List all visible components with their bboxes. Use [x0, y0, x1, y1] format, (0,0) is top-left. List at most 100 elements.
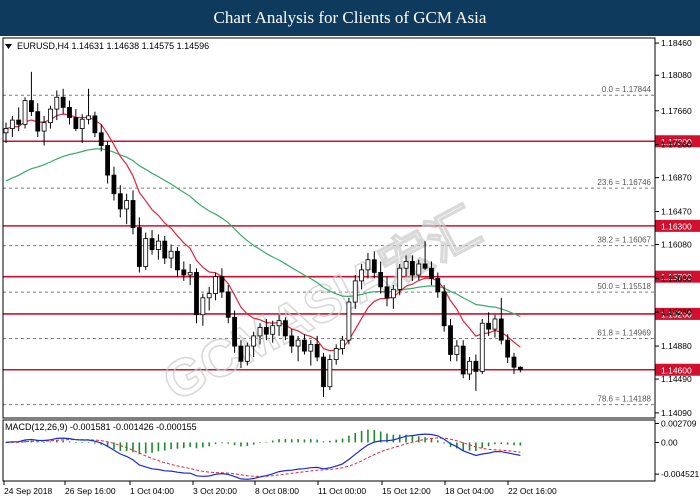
candle-up: [416, 263, 422, 276]
candle-down: [219, 276, 225, 293]
candle-up: [155, 240, 161, 250]
candle-down: [441, 291, 447, 327]
macd-histogram-bar: [494, 442, 496, 445]
y-tick-label: 1.14880: [661, 341, 692, 351]
candle-up: [403, 261, 409, 269]
x-tick-label: 11 Oct 00:00: [318, 486, 366, 496]
candle-down: [194, 272, 199, 316]
y-tick-label: 1.15280: [661, 307, 692, 317]
x-tick-label: 26 Sep 16:00: [65, 486, 116, 496]
candle-up: [251, 335, 257, 347]
macd-y-tick-label: -0.004521: [661, 469, 700, 479]
y-tick-label: 1.18460: [661, 38, 692, 48]
candle-up: [479, 322, 485, 372]
candle-up: [79, 118, 85, 129]
candle-up: [276, 320, 282, 327]
candle-down: [371, 259, 377, 273]
macd-histogram-bar: [240, 442, 242, 447]
candle-up: [365, 259, 371, 271]
candle-up: [168, 250, 174, 259]
candle-up: [397, 267, 403, 290]
macd-y-tick-label: 0.00: [661, 437, 678, 447]
macd-histogram-bar: [462, 442, 464, 451]
macd-histogram-bar: [119, 442, 122, 451]
y-tick-label: 1.17660: [661, 106, 692, 116]
macd-histogram-bar: [189, 442, 191, 448]
x-tick-label: 15 Oct 12:00: [382, 486, 431, 496]
candle-up: [187, 272, 193, 276]
candle-up: [492, 318, 498, 330]
macd-histogram-bar: [176, 442, 179, 449]
macd-histogram-bar: [506, 442, 509, 445]
candle-down: [263, 327, 269, 335]
macd-histogram-bar: [392, 434, 395, 443]
macd-histogram-bar: [367, 429, 369, 443]
candle-up: [333, 348, 339, 361]
macd-histogram-bar: [316, 439, 318, 443]
candle-down: [98, 132, 104, 146]
macd-histogram-bar: [68, 441, 71, 443]
candle-up: [352, 280, 358, 303]
y-tick-label: 1.16470: [661, 206, 692, 216]
macd-histogram-bar: [75, 442, 77, 444]
macd-histogram-bar: [329, 440, 331, 443]
macd-histogram-bar: [322, 441, 325, 443]
y-tick-label: 1.16080: [661, 240, 692, 250]
x-tick-label: 18 Oct 04:00: [445, 486, 494, 496]
price-chart: 0.0 = 1.17844 23.6 = 1.16746 38.2 = 1.1606…: [0, 36, 700, 500]
macd-histogram-bar: [56, 440, 58, 443]
macd-histogram-bar: [303, 439, 306, 443]
candle-down: [460, 345, 466, 375]
candle-down: [384, 286, 390, 299]
candle-up: [124, 200, 130, 210]
macd-histogram-bar: [335, 439, 337, 443]
candle-down: [486, 322, 492, 330]
candle-down: [302, 339, 307, 352]
macd-histogram-bar: [284, 438, 287, 443]
macd-histogram-bar: [43, 441, 45, 443]
y-tick-label: 1.14090: [661, 408, 692, 418]
candle-down: [321, 356, 326, 388]
candle-down: [181, 269, 187, 276]
level-tag-label: 1.16300: [661, 221, 692, 231]
macd-histogram-bar: [354, 432, 357, 443]
candle-up: [86, 115, 91, 120]
macd-histogram-bar: [214, 442, 217, 445]
y-tick-label: 1.14490: [661, 374, 692, 384]
macd-histogram-bar: [94, 442, 96, 444]
candle-up: [206, 293, 212, 299]
candle-down: [505, 339, 511, 358]
macd-histogram-bar: [151, 442, 153, 453]
candle-down: [232, 316, 238, 347]
candle-down: [16, 119, 22, 125]
candle-up: [54, 96, 60, 110]
y-tick-label: 1.16870: [661, 173, 692, 183]
candle-up: [48, 108, 53, 124]
macd-histogram-bar: [202, 442, 204, 448]
candle-down: [314, 343, 320, 358]
fibonacci-label: 50.0 = 1.15518: [597, 282, 651, 291]
candle-down: [289, 335, 295, 347]
candle-down: [92, 115, 98, 134]
candle-down: [225, 291, 231, 318]
fibonacci-label: 23.6 = 1.16746: [597, 178, 651, 187]
macd-histogram-bar: [87, 442, 90, 444]
macd-histogram-bar: [310, 439, 312, 443]
macd-histogram-bar: [170, 442, 172, 450]
candle-up: [9, 119, 15, 129]
candle-up: [143, 238, 149, 267]
candle-down: [28, 100, 34, 113]
macd-histogram-bar: [252, 442, 255, 445]
macd-histogram-bar: [437, 440, 439, 443]
macd-histogram-bar: [157, 442, 160, 452]
macd-histogram-bar: [443, 442, 445, 444]
candle-down: [429, 267, 434, 279]
candle-up: [200, 297, 206, 316]
candle-up: [467, 360, 472, 375]
macd-histogram-bar: [81, 442, 83, 444]
candle-down: [435, 277, 441, 293]
candle-up: [22, 100, 28, 125]
candle-up: [3, 128, 9, 134]
macd-histogram-bar: [468, 442, 471, 451]
macd-histogram-bar: [163, 442, 166, 451]
